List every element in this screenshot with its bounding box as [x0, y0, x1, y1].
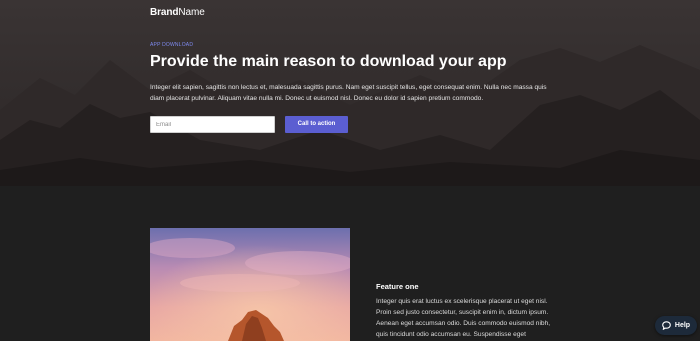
help-button[interactable]: Help: [655, 316, 697, 335]
feature-description: Integer quis erat luctus ex scelerisque …: [376, 298, 551, 338]
chat-bubble-icon: [662, 321, 671, 330]
feature-title: Feature one: [376, 282, 419, 291]
hero-content: BrandName APP DOWNLOAD Provide the main …: [150, 0, 560, 186]
feature-photo: [150, 228, 350, 341]
hero-lead-text: Integer elit sapien, sagittis non lectus…: [150, 84, 547, 102]
brand-logo-bold: Brand: [150, 7, 179, 18]
help-label: Help: [674, 322, 691, 329]
call-to-action-button[interactable]: Call to action: [285, 116, 348, 133]
hero-headline: Provide the main reason to download your…: [150, 53, 507, 70]
hero-eyebrow: APP DOWNLOAD: [150, 42, 194, 48]
brand-logo-rest: Name: [178, 7, 205, 18]
hero-section: BrandName APP DOWNLOAD Provide the main …: [0, 0, 700, 186]
features-section: Feature one Integer quis erat luctus ex …: [0, 186, 700, 341]
email-input[interactable]: [150, 116, 275, 133]
brand-logo[interactable]: BrandName: [150, 7, 205, 18]
